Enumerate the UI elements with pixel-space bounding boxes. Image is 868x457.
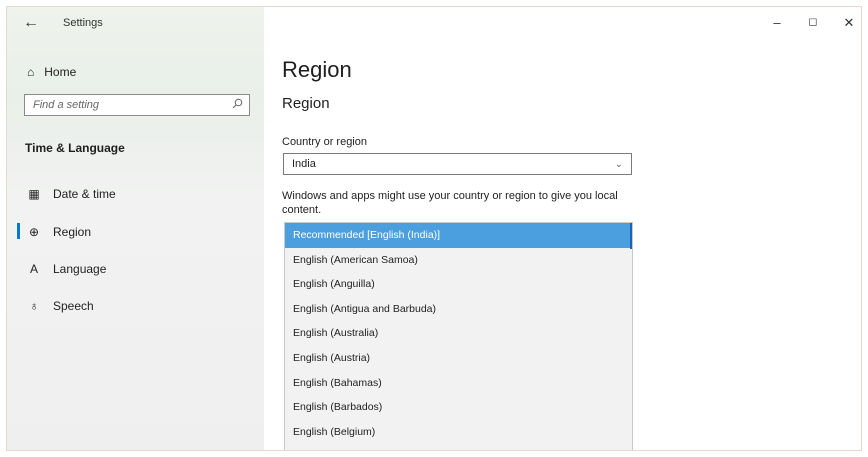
sidebar-item-speech[interactable]: ♁ Speech	[27, 299, 94, 313]
dropdown-option[interactable]: English (Bahamas)	[285, 371, 632, 396]
chevron-down-icon: ⌄	[614, 158, 623, 170]
calendar-clock-icon: ▦	[28, 187, 40, 201]
settings-window: © not to be ← Settings ⌂ Home Time & Lan…	[6, 6, 862, 451]
dropdown-option[interactable]: English (Antigua and Barbuda)	[285, 297, 632, 322]
app-title: Settings	[63, 17, 103, 29]
dropdown-option[interactable]: English (Belgium)	[285, 420, 632, 445]
page-title: Region	[282, 57, 352, 82]
dropdown-option[interactable]: English (Anguilla)	[285, 272, 632, 297]
sidebar-item-label: Language	[53, 262, 107, 276]
search-input[interactable]	[31, 98, 215, 112]
dropdown-option[interactable]: English (Austria)	[285, 346, 632, 371]
country-label: Country or region	[282, 136, 367, 148]
back-arrow-icon[interactable]: ←	[21, 13, 41, 33]
country-select[interactable]: India ⌄	[283, 153, 632, 175]
active-indicator	[17, 223, 20, 239]
sidebar: ← Settings ⌂ Home Time & Language ▦ Date…	[7, 7, 264, 450]
sidebar-item-region[interactable]: ⊕ Region	[27, 225, 91, 239]
title-bar: ← Settings	[7, 7, 264, 39]
country-value: India	[292, 158, 316, 170]
search-icon[interactable]	[232, 96, 243, 114]
dropdown-option[interactable]: English (American Samoa)	[285, 248, 632, 273]
language-icon: A	[29, 262, 38, 276]
dropdown-option[interactable]: Recommended [English (India)]	[285, 223, 632, 248]
globe-icon: ⊕	[28, 225, 40, 239]
sidebar-item-home[interactable]: ⌂ Home	[27, 65, 76, 79]
sidebar-item-label: Speech	[53, 299, 94, 313]
microphone-icon: ♁	[29, 299, 39, 313]
section-title: Time & Language	[25, 141, 125, 155]
home-icon: ⌂	[27, 65, 35, 79]
section-heading: Region	[282, 95, 330, 112]
sidebar-item-date-time[interactable]: ▦ Date & time	[27, 187, 116, 201]
sidebar-item-label: Region	[53, 225, 92, 239]
sidebar-item-label: Home	[44, 65, 77, 79]
scrollbar[interactable]	[630, 223, 632, 249]
sidebar-item-language[interactable]: A Language	[27, 262, 106, 276]
main-content: Region Region Country or region India ⌄ …	[264, 7, 861, 450]
search-box[interactable]	[24, 94, 250, 116]
dropdown-option[interactable]: English (Australia)	[285, 321, 632, 346]
sidebar-item-label: Date & time	[53, 187, 116, 201]
format-dropdown-list[interactable]: Recommended [English (India)] English (A…	[284, 222, 633, 450]
dropdown-option[interactable]: English (Barbados)	[285, 395, 632, 420]
region-description: Windows and apps might use your country …	[282, 190, 618, 216]
